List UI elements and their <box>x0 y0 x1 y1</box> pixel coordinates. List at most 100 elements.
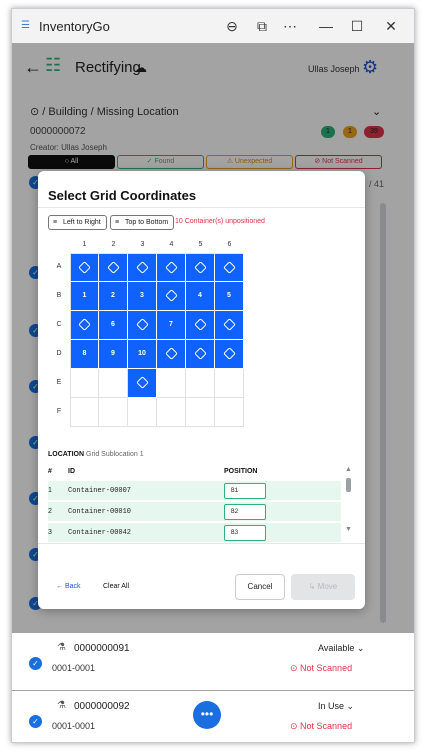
grid-row-header: F <box>56 408 62 415</box>
grid-cell-F4[interactable] <box>157 398 186 427</box>
back-button[interactable]: ← Back <box>56 583 81 590</box>
container-cube-icon <box>78 261 91 274</box>
scan-status: ⊙ Not Scanned <box>290 663 353 673</box>
position-field[interactable]: B1 <box>224 483 266 499</box>
cancel-button[interactable]: Cancel <box>235 574 285 600</box>
grid-row-header: C <box>56 321 62 328</box>
top-to-bottom-label: Top to Bottom <box>125 219 169 226</box>
grid-cell-B1[interactable]: 1 <box>70 282 99 311</box>
grid-cell-A2[interactable] <box>99 253 128 282</box>
more-options-icon[interactable]: ⋯ <box>278 15 302 37</box>
grid-cell-A4[interactable] <box>157 253 186 282</box>
scan-status: ⊙ Not Scanned <box>290 721 353 731</box>
item-id: 0000000091 <box>74 643 130 654</box>
grid-cell-A3[interactable] <box>128 253 157 282</box>
grid-cell-C1[interactable] <box>70 311 99 340</box>
grid-cell-C5[interactable] <box>186 311 215 340</box>
grid-cell-C3[interactable] <box>128 311 157 340</box>
grid-cell-A6[interactable] <box>215 253 244 282</box>
minimize-button[interactable]: — <box>314 15 338 37</box>
container-cube-icon <box>193 347 207 360</box>
clear-all-button[interactable]: Clear All <box>103 583 129 590</box>
maximize-button[interactable]: ☐ <box>345 15 369 37</box>
grid-cell-B4[interactable] <box>157 282 186 311</box>
row-number: 2 <box>48 508 52 515</box>
grid-col-header: 5 <box>198 241 203 248</box>
table-row[interactable]: 3 Container-00042 B3 <box>48 523 341 543</box>
checkbox-checked-icon[interactable]: ✓ <box>29 715 42 728</box>
col-header-position: POSITION <box>224 468 258 475</box>
container-cube-icon <box>164 261 178 274</box>
container-cube-icon <box>193 261 207 274</box>
grid-cell-C6[interactable] <box>215 311 244 340</box>
checkbox-checked-icon[interactable]: ✓ <box>29 657 42 670</box>
position-field[interactable]: B3 <box>224 525 266 541</box>
grid-col-header: 4 <box>169 241 174 248</box>
grid-cell-B6[interactable]: 5 <box>215 282 244 311</box>
grid-col-header: 2 <box>111 241 116 248</box>
position-field[interactable]: B2 <box>224 504 266 520</box>
scroll-thumb[interactable] <box>346 478 351 492</box>
item-sublocation: 0001-0001 <box>52 721 96 731</box>
grid-cell-D4[interactable] <box>157 340 186 369</box>
grid-cell-D2[interactable]: 9 <box>99 340 128 369</box>
grid-cell-F2[interactable] <box>99 398 128 427</box>
col-header-id: ID <box>68 468 75 475</box>
grid-cell-A1[interactable] <box>70 253 99 282</box>
scroll-down-icon[interactable]: ▼ <box>345 526 352 533</box>
grid-cell-E3[interactable] <box>128 369 157 398</box>
screen-capture-icon[interactable]: ⧉ <box>250 15 274 37</box>
close-button[interactable]: ✕ <box>379 15 403 37</box>
move-button[interactable]: ↳ Move <box>291 574 355 600</box>
container-cube-icon <box>106 261 120 274</box>
grid-cell-B5[interactable]: 4 <box>186 282 215 311</box>
unpositioned-count: 10 Container(s) unpositioned <box>175 218 265 225</box>
grid-cell-D5[interactable] <box>186 340 215 369</box>
direction-icon: ≡ <box>53 219 58 226</box>
grid-cell-F5[interactable] <box>186 398 215 427</box>
grid-cell-D6[interactable] <box>215 340 244 369</box>
zoom-icon[interactable]: ⊖ <box>220 15 244 37</box>
grid-cell-E4[interactable] <box>157 369 186 398</box>
container-id: Container-00007 <box>68 487 132 495</box>
container-cube-icon <box>164 347 178 360</box>
status-dropdown[interactable]: In Use ⌄ <box>318 701 354 712</box>
table-row[interactable]: 2 Container-00010 B2 <box>48 502 341 522</box>
divider <box>38 207 365 208</box>
grid-cell-F1[interactable] <box>70 398 99 427</box>
grid-col-header: 3 <box>140 241 145 248</box>
row-number: 3 <box>48 529 52 536</box>
left-to-right-button[interactable]: ≡ Left to Right <box>48 215 107 230</box>
more-actions-fab[interactable]: ••• <box>193 701 221 729</box>
col-header-num: # <box>48 468 52 475</box>
container-cube-icon <box>222 318 236 331</box>
grid-cell-B2[interactable]: 2 <box>99 282 128 311</box>
grid-cell-E6[interactable] <box>215 369 244 398</box>
scroll-up-icon[interactable]: ▲ <box>345 466 352 473</box>
grid-col-header: 1 <box>82 241 87 248</box>
grid-cell-D1[interactable]: 8 <box>70 340 99 369</box>
list-item[interactable]: ✓ ⚗ 0000000091 0001-0001 Available ⌄ ⊙ N… <box>12 633 414 690</box>
table-row[interactable]: 1 Container-00007 B1 <box>48 481 341 501</box>
grid-cell-F6[interactable] <box>215 398 244 427</box>
status-dropdown[interactable]: Available ⌄ <box>318 643 364 654</box>
app-window: ☰ InventoryGo ⊖ ⧉ ⋯ — ☐ ✕ ← ☷ Rectifying… <box>11 8 415 743</box>
container-cube-icon <box>222 347 236 360</box>
grid-cell-E5[interactable] <box>186 369 215 398</box>
grid-cell-C4[interactable]: 7 <box>157 311 186 340</box>
table-scrollbar[interactable]: ▲ ▼ <box>345 466 353 538</box>
grid-cell-F3[interactable] <box>128 398 157 427</box>
grid-cell-C2[interactable]: 6 <box>99 311 128 340</box>
grid-cell-A5[interactable] <box>186 253 215 282</box>
container-cube-icon <box>135 261 149 274</box>
container-id: Container-00010 <box>68 508 132 516</box>
grid-cell-B3[interactable]: 3 <box>128 282 157 311</box>
container-cube-icon <box>164 289 178 302</box>
location-line: LOCATION Grid Sublocation 1 <box>48 451 144 458</box>
top-to-bottom-button[interactable]: ≡ Top to Bottom <box>110 215 175 230</box>
container-cube-icon <box>135 376 149 389</box>
grid-cell-D3[interactable]: 10 <box>128 340 157 369</box>
grid-cell-E1[interactable] <box>70 369 99 398</box>
grid-cell-E2[interactable] <box>99 369 128 398</box>
window-title: InventoryGo <box>39 19 110 34</box>
